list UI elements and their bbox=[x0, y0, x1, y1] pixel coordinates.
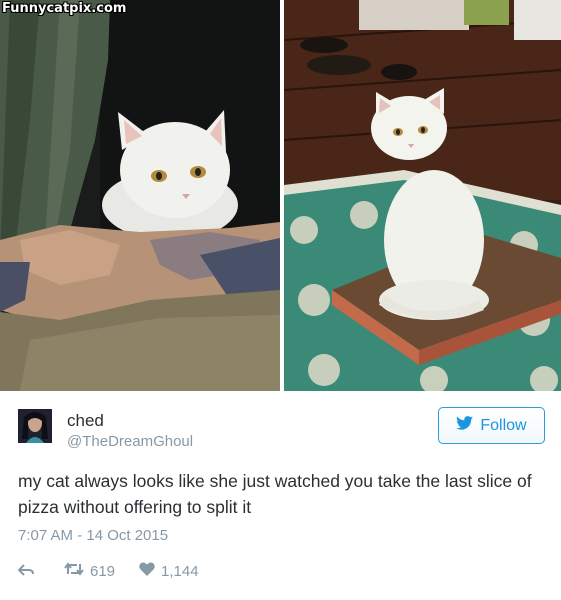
like-button[interactable]: 1,144 bbox=[139, 562, 199, 580]
retweet-button[interactable]: 619 bbox=[64, 562, 115, 580]
follow-button[interactable]: Follow bbox=[438, 407, 545, 444]
cat-photo-right bbox=[284, 0, 561, 391]
follow-label: Follow bbox=[480, 416, 527, 434]
photo-collage: Funnycatpix.com bbox=[0, 0, 561, 391]
tweet-actions: 619 1,144 bbox=[17, 561, 199, 581]
twitter-bird-icon bbox=[456, 416, 474, 435]
retweet-count: 619 bbox=[90, 562, 116, 580]
tweet-text: my cat always looks like she just watche… bbox=[18, 471, 532, 517]
tweet-card: ched @TheDreamGhoul Follow my cat always… bbox=[0, 391, 561, 600]
site-watermark: Funnycatpix.com bbox=[2, 1, 127, 16]
cat-photo-left bbox=[0, 0, 280, 391]
avatar[interactable] bbox=[18, 409, 52, 443]
tweet-timestamp[interactable]: 7:07 AM - 14 Oct 2015 bbox=[18, 527, 168, 544]
heart-icon bbox=[139, 562, 155, 580]
reply-button[interactable] bbox=[17, 563, 34, 580]
reply-arrow-icon bbox=[17, 563, 34, 580]
user-handle[interactable]: @TheDreamGhoul bbox=[67, 433, 193, 450]
display-name[interactable]: ched bbox=[67, 411, 104, 431]
retweet-icon bbox=[64, 562, 84, 580]
like-count: 1,144 bbox=[161, 562, 199, 580]
